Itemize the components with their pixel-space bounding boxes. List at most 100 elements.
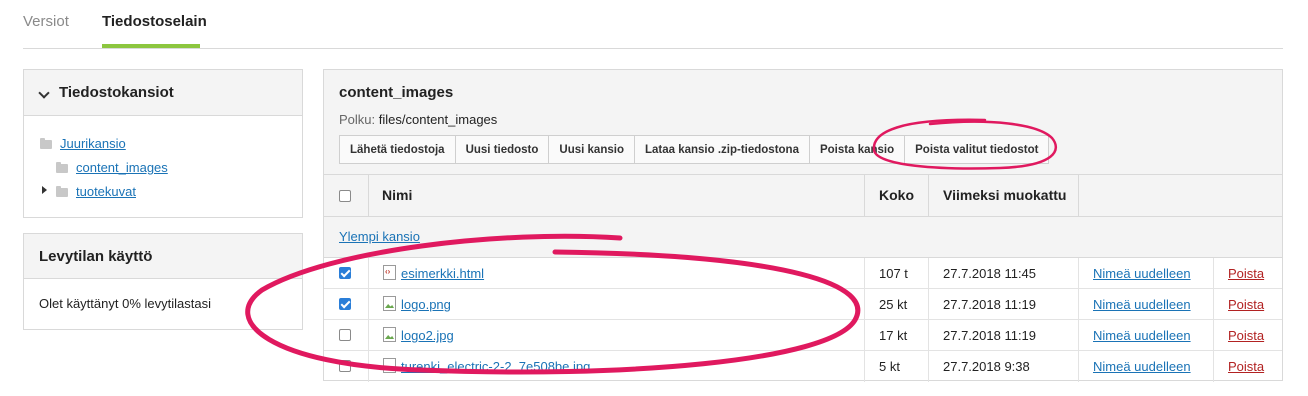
table-header: Nimi Koko Viimeksi muokattu (324, 175, 1282, 217)
column-divider (864, 320, 865, 351)
column-divider (1078, 258, 1079, 289)
file-name: logo2.jpg (401, 328, 454, 343)
column-divider (928, 320, 929, 351)
disk-usage-panel: Levytilan käyttö Olet käyttänyt 0% levyt… (23, 233, 303, 330)
rename-cell: Nimeä uudelleen (1093, 328, 1191, 343)
delete-link[interactable]: Poista (1228, 328, 1264, 343)
disk-usage-title: Levytilan käyttö (24, 234, 302, 279)
column-header-modified[interactable]: Viimeksi muokattu (929, 175, 1066, 216)
tab-tiedostoselain[interactable]: Tiedostoselain (102, 13, 207, 30)
folder-icon (56, 162, 68, 173)
file-name-link[interactable]: logo.png (401, 297, 451, 312)
column-divider (928, 258, 929, 289)
column-divider (1213, 289, 1214, 320)
delete-link[interactable]: Poista (1228, 359, 1264, 374)
toolbar: Lähetä tiedostoja Uusi tiedosto Uusi kan… (339, 135, 1050, 164)
folders-panel-header[interactable]: Tiedostokansiot (24, 70, 302, 116)
html-file-icon (383, 265, 396, 280)
column-divider (928, 351, 929, 382)
tab-versiot[interactable]: Versiot (23, 13, 69, 30)
image-file-icon (383, 358, 396, 373)
rename-link[interactable]: Nimeä uudelleen (1093, 328, 1191, 343)
file-name: esimerkki.html (401, 266, 484, 281)
image-file-icon (383, 296, 396, 311)
row-checkbox[interactable] (339, 360, 351, 372)
tab-bar: Versiot Tiedostoselain (23, 0, 1283, 49)
row-checkbox[interactable] (339, 298, 351, 310)
file-name-link[interactable]: logo2.jpg (401, 328, 454, 343)
disk-usage-text: Olet käyttänyt 0% levytilastasi (39, 296, 211, 311)
table-row: logo.png 25 kt 27.7.2018 11:19 Nimeä uud… (324, 289, 1282, 320)
rename-cell: Nimeä uudelleen (1093, 297, 1191, 312)
column-divider (864, 175, 865, 217)
folder-path: Polku: files/content_images (339, 112, 497, 127)
file-name-link[interactable]: esimerkki.html (401, 266, 484, 281)
image-file-icon (383, 327, 396, 342)
tree-link-root[interactable]: Juurikansio (60, 136, 126, 151)
column-header-size[interactable]: Koko (865, 175, 914, 216)
select-all-checkbox[interactable] (339, 190, 351, 202)
file-size: 5 kt (879, 359, 900, 374)
column-divider (928, 175, 929, 217)
column-divider (1078, 320, 1079, 351)
path-value: files/content_images (378, 112, 498, 127)
file-browser-header: content_images Polku: files/content_imag… (324, 70, 1282, 175)
tree-item-content-images: content_images (56, 160, 168, 175)
column-divider (1213, 320, 1214, 351)
folder-icon (40, 138, 52, 149)
file-modified: 27.7.2018 11:45 (943, 266, 1037, 281)
upload-files-button[interactable]: Lähetä tiedostoja (339, 135, 456, 164)
table-row: turenki_electric-2-2_7e508be.jpg 5 kt 27… (324, 351, 1282, 382)
tree-link-tuotekuvat[interactable]: tuotekuvat (76, 184, 136, 199)
column-divider (1078, 289, 1079, 320)
tree-link-content-images[interactable]: content_images (76, 160, 168, 175)
delete-link[interactable]: Poista (1228, 266, 1264, 281)
rename-link[interactable]: Nimeä uudelleen (1093, 297, 1191, 312)
file-name-link[interactable]: turenki_electric-2-2_7e508be.jpg (401, 359, 590, 374)
delete-folder-button[interactable]: Poista kansio (808, 135, 906, 164)
row-checkbox[interactable] (339, 267, 351, 279)
delete-cell: Poista (1228, 328, 1264, 343)
column-divider (368, 175, 369, 217)
folder-icon (56, 186, 68, 197)
column-divider (864, 289, 865, 320)
tree-item-tuotekuvat: tuotekuvat (56, 184, 136, 199)
parent-folder-row: Ylempi kansio (324, 217, 1282, 258)
folders-panel-title: Tiedostokansiot (59, 84, 174, 101)
file-modified: 27.7.2018 11:19 (943, 297, 1037, 312)
column-divider (368, 258, 369, 289)
file-size: 25 kt (879, 297, 908, 312)
column-divider (368, 320, 369, 351)
new-file-button[interactable]: Uusi tiedosto (454, 135, 550, 164)
file-browser-panel: content_images Polku: files/content_imag… (323, 69, 1283, 382)
file-modified: 27.7.2018 11:19 (943, 328, 1037, 343)
chevron-down-icon[interactable] (38, 87, 50, 99)
file-size: 107 t (879, 266, 908, 281)
file-name: turenki_electric-2-2_7e508be.jpg (401, 359, 590, 374)
row-checkbox[interactable] (339, 329, 351, 341)
rename-link[interactable]: Nimeä uudelleen (1093, 359, 1191, 374)
column-divider (368, 351, 369, 382)
column-divider (1078, 351, 1079, 382)
table-row: logo2.jpg 17 kt 27.7.2018 11:19 Nimeä uu… (324, 320, 1282, 351)
delete-selected-button[interactable]: Poista valitut tiedostot (904, 135, 1050, 164)
column-divider (1213, 351, 1214, 382)
delete-link[interactable]: Poista (1228, 297, 1264, 312)
column-divider (368, 289, 369, 320)
column-divider (864, 351, 865, 382)
download-zip-button[interactable]: Lataa kansio .zip-tiedostona (633, 135, 810, 164)
new-folder-button[interactable]: Uusi kansio (548, 135, 635, 164)
column-divider (864, 258, 865, 289)
file-name: logo.png (401, 297, 451, 312)
delete-cell: Poista (1228, 297, 1264, 312)
path-label: Polku: (339, 112, 376, 127)
rename-link[interactable]: Nimeä uudelleen (1093, 266, 1191, 281)
active-tab-indicator (102, 44, 200, 48)
column-divider (1078, 175, 1079, 217)
rename-cell: Nimeä uudelleen (1093, 266, 1191, 281)
current-folder-title: content_images (339, 84, 454, 101)
column-header-name[interactable]: Nimi (368, 175, 412, 216)
expand-triangle-icon[interactable] (42, 186, 47, 194)
delete-cell: Poista (1228, 359, 1264, 374)
parent-folder-link[interactable]: Ylempi kansio (339, 229, 420, 244)
